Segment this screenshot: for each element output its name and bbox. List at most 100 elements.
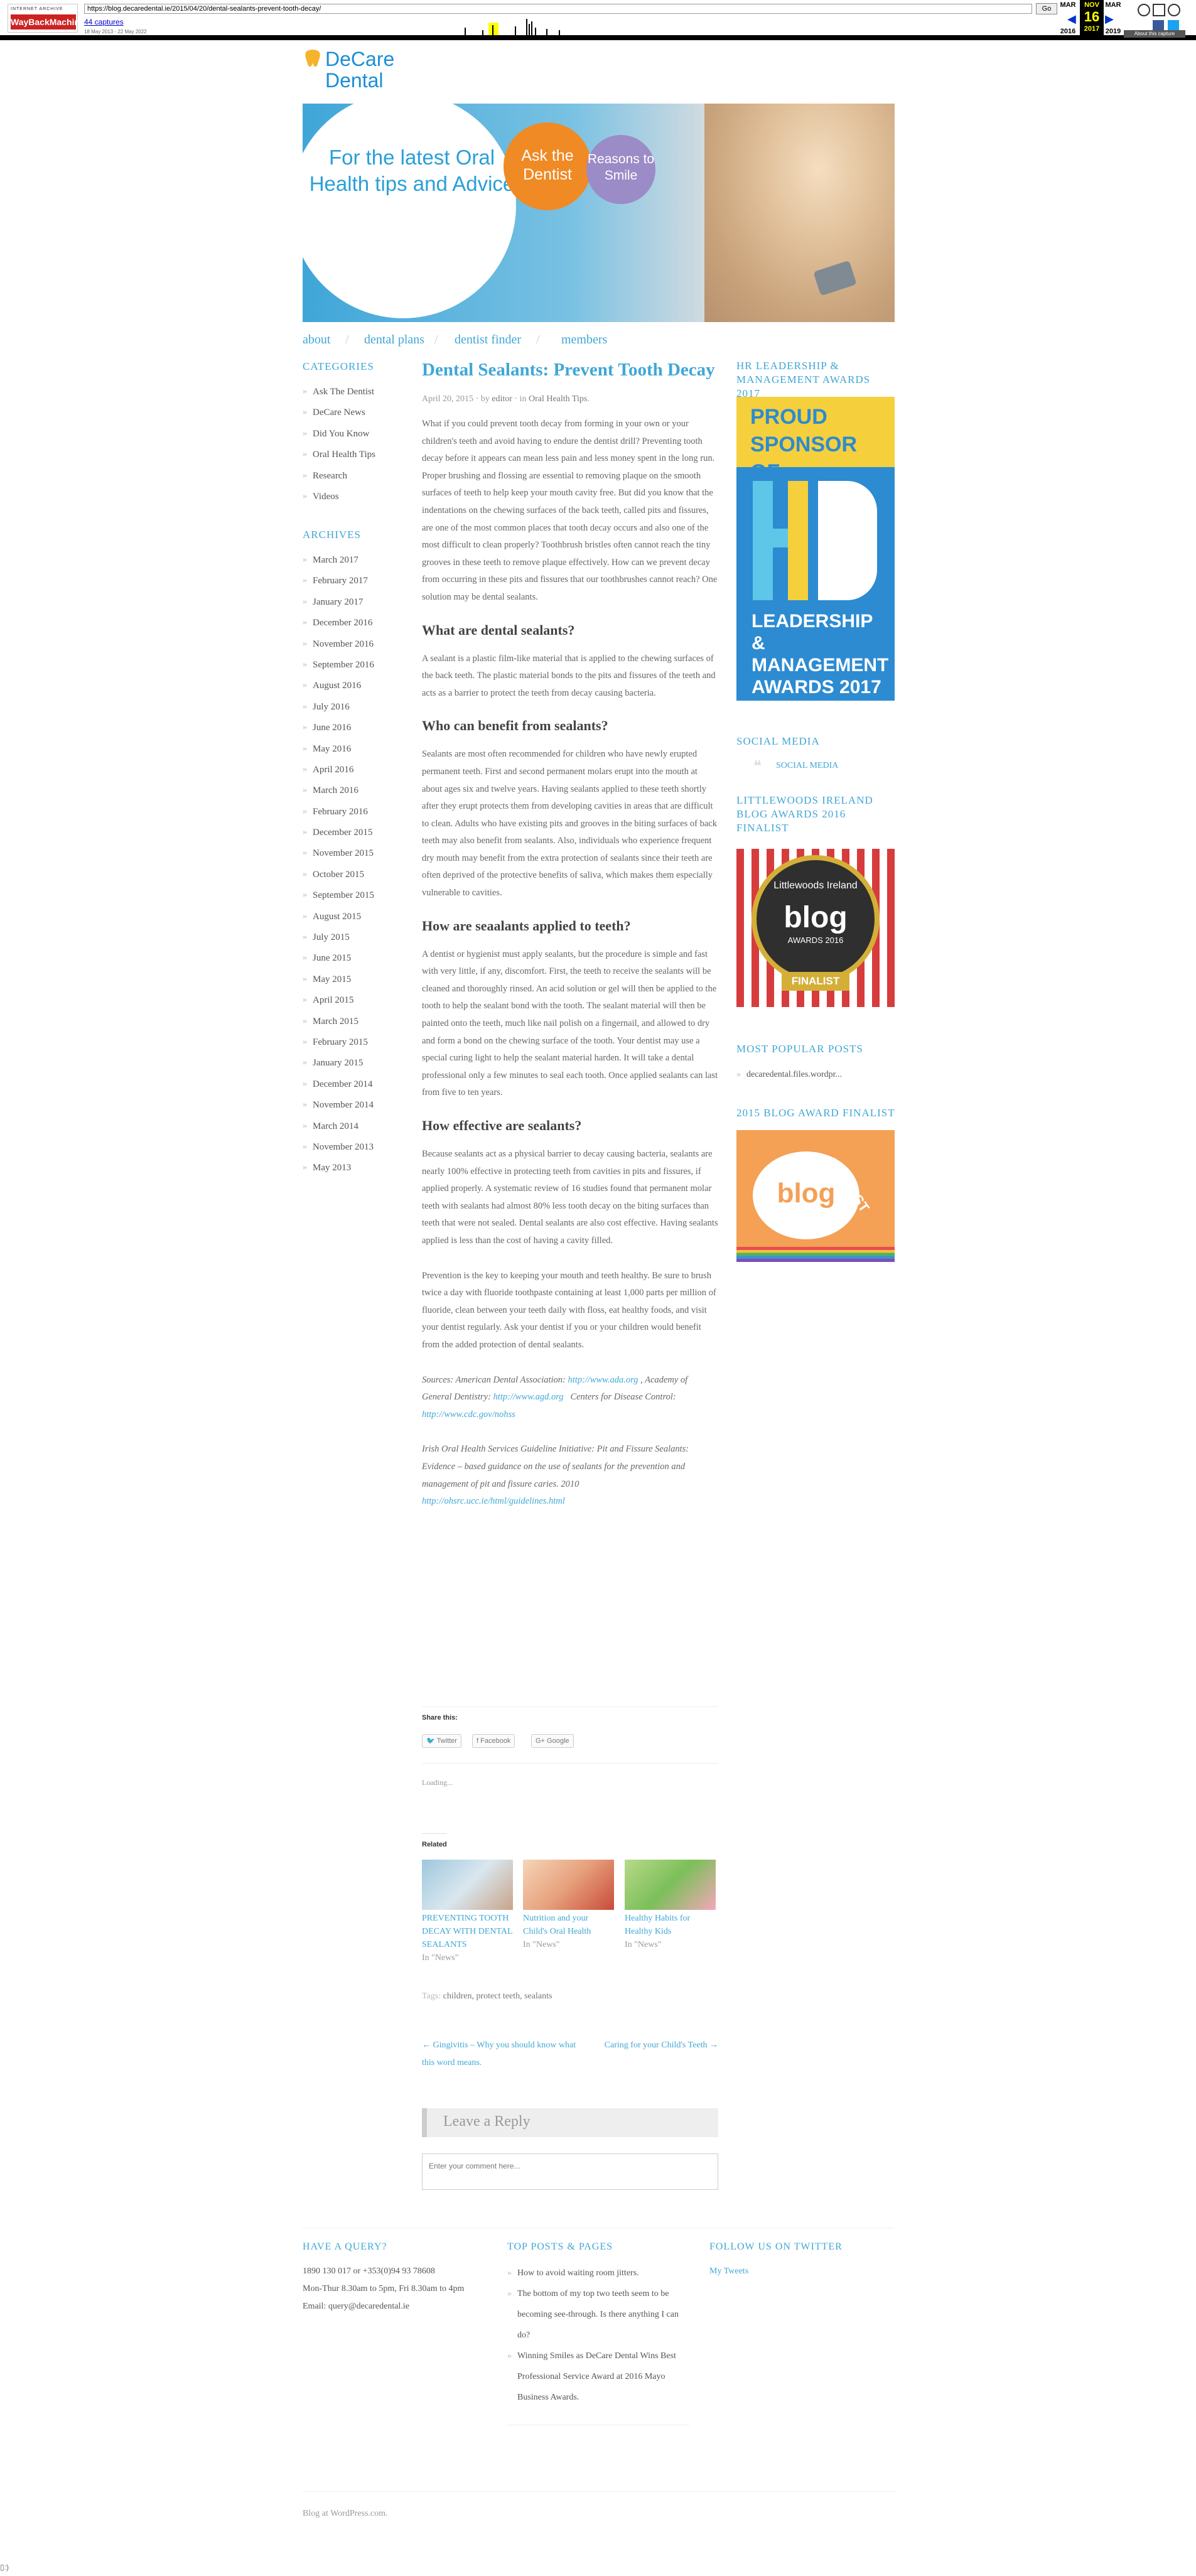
wayback-url-input[interactable]: https://blog.decaredental.ie/2015/04/20/… (84, 4, 1032, 14)
archive-item[interactable]: June 2015 (303, 952, 397, 973)
related-image-2[interactable] (523, 1860, 614, 1910)
archive-item[interactable]: December 2015 (303, 826, 397, 847)
wayback-about-capture[interactable]: About this capture (1124, 30, 1185, 38)
share-facebook-label: Facebook (480, 1737, 511, 1745)
wayback-prev-month[interactable]: MAR (1057, 1, 1079, 9)
littlewoods-badge[interactable]: Littlewoods Ireland blog AWARDS 2016 FIN… (736, 849, 895, 1007)
banner-reasons-to-smile[interactable]: Reasons to Smile (586, 135, 655, 204)
post-date[interactable]: April 20, 2015 (422, 394, 473, 404)
close-icon[interactable] (1153, 4, 1165, 16)
wayback-next-arrow[interactable]: ▶ (1105, 13, 1114, 26)
archive-item[interactable]: December 2014 (303, 1078, 397, 1099)
wayback-cur-year: 2017 (1084, 25, 1100, 33)
popular-post-item[interactable]: decaredental.files.wordpr... (736, 1070, 842, 1080)
nav-item-dentist-finder[interactable]: dentist finder (455, 333, 521, 347)
source-cdc-link[interactable]: http://www.cdc.gov/nohss (422, 1409, 515, 1420)
related-post-1[interactable]: PREVENTING TOOTH DECAY WITH DENTAL SEALA… (422, 1912, 513, 1964)
post-by-label: · by (475, 394, 490, 404)
archive-item[interactable]: July 2016 (303, 701, 397, 721)
archive-item[interactable]: April 2015 (303, 994, 397, 1015)
related-image-1[interactable] (422, 1860, 513, 1910)
category-item[interactable]: DeCare News (303, 406, 397, 427)
archive-item[interactable]: November 2014 (303, 1099, 397, 1119)
top-post-item[interactable]: Winning Smiles as DeCare Dental Wins Bes… (507, 2346, 689, 2408)
social-media-link[interactable]: SOCIAL MEDIA (776, 761, 838, 771)
category-item[interactable]: Ask The Dentist (303, 385, 397, 406)
wayback-next-month[interactable]: MAR (1102, 1, 1124, 9)
post-title[interactable]: Dental Sealants: Prevent Tooth Decay (422, 357, 718, 383)
spark-bar (482, 30, 483, 35)
related-post-2[interactable]: Nutrition and your Child's Oral Health I… (523, 1912, 614, 1951)
archive-item[interactable]: February 2015 (303, 1036, 397, 1057)
archive-item[interactable]: November 2013 (303, 1141, 397, 1161)
category-item[interactable]: Oral Health Tips (303, 448, 397, 469)
wayback-next-year[interactable]: 2019 (1102, 28, 1124, 35)
my-tweets-link[interactable]: My Tweets (709, 2263, 748, 2280)
archive-item[interactable]: July 2015 (303, 931, 397, 952)
comment-input[interactable]: Enter your comment here... (422, 2153, 718, 2190)
archive-item[interactable]: January 2017 (303, 596, 397, 617)
share-twitter-button[interactable]: 🐦 Twitter (422, 1734, 461, 1748)
wayback-captures-link[interactable]: 44 captures (84, 18, 124, 26)
related-post-title[interactable]: Healthy Habits for Healthy Kids (625, 1912, 716, 1938)
header-banner[interactable]: For the latest Oral Health tips and Advi… (303, 104, 895, 322)
nav-item-about[interactable]: about (303, 333, 330, 347)
archive-item[interactable]: December 2016 (303, 617, 397, 637)
archive-item[interactable]: April 2016 (303, 763, 397, 784)
archive-item[interactable]: June 2016 (303, 721, 397, 742)
irish-guideline-link[interactable]: http://ohsrc.ucc.ie/html/guidelines.html (422, 1496, 565, 1506)
post-content: Dental Sealants: Prevent Tooth Decay Apr… (422, 357, 718, 1511)
hr-awards-badge[interactable]: PROUD SPONSOR OF LEADERSHIP & MANAGEMENT… (736, 397, 895, 701)
post-category-link[interactable]: Oral Health Tips (529, 394, 587, 404)
archive-item[interactable]: September 2016 (303, 659, 397, 679)
nav-item-members[interactable]: members (561, 333, 607, 347)
related-post-title[interactable]: Nutrition and your Child's Oral Health (523, 1912, 614, 1938)
archive-item[interactable]: May 2013 (303, 1161, 397, 1182)
help-icon[interactable] (1168, 4, 1180, 16)
tags-list[interactable]: children, protect teeth, sealants (443, 1991, 552, 2001)
archive-item[interactable]: November 2015 (303, 847, 397, 868)
nav-item-dental-plans[interactable]: dental plans (364, 333, 424, 347)
archive-item[interactable]: May 2015 (303, 973, 397, 994)
wordpress-credit[interactable]: Blog at WordPress.com. (303, 2509, 388, 2519)
top-post-item[interactable]: The bottom of my top two teeth seem to b… (507, 2283, 689, 2346)
wayback-logo[interactable]: INTERNET ARCHIVE WayBackMachine (8, 4, 85, 33)
archive-item[interactable]: November 2016 (303, 638, 397, 659)
archive-item[interactable]: February 2017 (303, 574, 397, 595)
wayback-logo-top: INTERNET ARCHIVE (11, 7, 63, 11)
archive-item[interactable]: May 2016 (303, 743, 397, 763)
top-post-item[interactable]: How to avoid waiting room jitters. (507, 2263, 689, 2283)
wayback-prev-arrow[interactable]: ◀ (1067, 13, 1076, 26)
related-image-3[interactable] (625, 1860, 716, 1910)
archive-item[interactable]: January 2015 (303, 1057, 397, 1077)
site-logo[interactable]: DeCare Dental (303, 46, 416, 92)
category-item[interactable]: Did You Know (303, 428, 397, 448)
wayback-go-button[interactable]: Go (1036, 3, 1057, 14)
next-post-link[interactable]: Caring for your Child's Teeth → (596, 2037, 718, 2054)
archive-item[interactable]: March 2014 (303, 1120, 397, 1141)
archive-item[interactable]: March 2017 (303, 554, 397, 574)
prev-post-link[interactable]: ← Gingivitis – Why you should know what … (422, 2037, 579, 2072)
source-ada-link[interactable]: http://www.ada.org (568, 1375, 638, 1385)
related-post-3[interactable]: Healthy Habits for Healthy Kids In "News… (625, 1912, 716, 1951)
wayback-sparkline[interactable] (452, 16, 578, 35)
share-google-button[interactable]: G+ Google (531, 1734, 574, 1748)
category-item[interactable]: Videos (303, 490, 397, 511)
archive-item[interactable]: August 2015 (303, 910, 397, 931)
banner-ask-dentist[interactable]: Ask the Dentist (504, 122, 591, 210)
user-icon[interactable] (1138, 4, 1150, 16)
archive-item[interactable]: September 2015 (303, 889, 397, 910)
archive-item[interactable]: March 2016 (303, 784, 397, 805)
archive-item[interactable]: March 2015 (303, 1015, 397, 1036)
archive-item[interactable]: August 2016 (303, 679, 397, 700)
archive-item[interactable]: February 2016 (303, 806, 397, 826)
source-agd-link[interactable]: http://www.agd.org (493, 1392, 564, 1402)
blog-award-badge[interactable]: blog FINALIST (736, 1130, 895, 1262)
share-facebook-button[interactable]: f Facebook (472, 1734, 515, 1748)
post-author-link[interactable]: editor (492, 394, 512, 404)
related-post-title[interactable]: PREVENTING TOOTH DECAY WITH DENTAL SEALA… (422, 1912, 513, 1951)
archive-item[interactable]: October 2015 (303, 868, 397, 889)
category-item[interactable]: Research (303, 470, 397, 490)
littlewoods-ribbon: FINALIST (782, 972, 849, 991)
wayback-prev-year[interactable]: 2016 (1057, 28, 1079, 35)
